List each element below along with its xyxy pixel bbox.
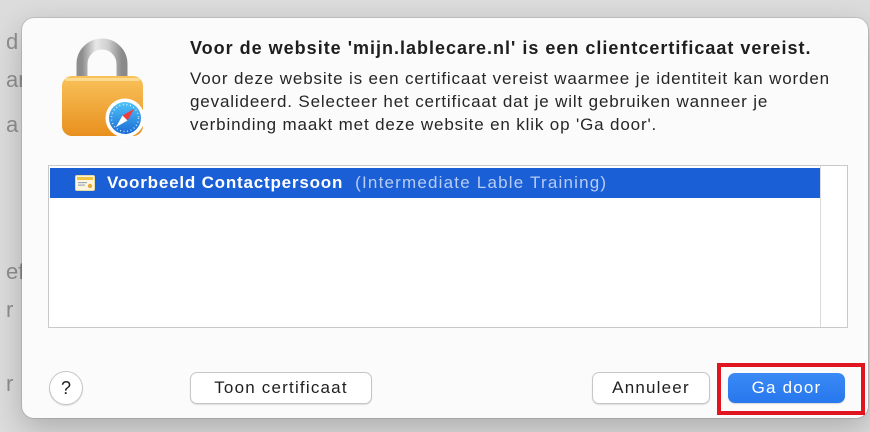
lock-with-safari-badge-icon [62,38,145,138]
certificate-row-selected[interactable]: Voorbeeld Contactpersoon (Intermediate L… [50,168,820,198]
dialog-message-line: Voor deze website is een certificaat ver… [190,69,830,88]
list-scroll-gutter [820,166,847,327]
certificate-name: Voorbeeld Contactpersoon [107,173,344,192]
background-text-fragment: r [6,371,14,396]
certificate-list[interactable]: Voorbeeld Contactpersoon (Intermediate L… [48,165,848,328]
client-certificate-dialog: Voor de website 'mijn.lablecare.nl' is e… [22,18,868,418]
certificate-issuer: (Intermediate Lable Training) [355,173,608,192]
cancel-button[interactable]: Annuleer [592,372,710,404]
background-text-fragment: a [6,112,19,137]
certificate-icon [75,175,95,191]
dialog-message-line: verbinding maakt met deze website en kli… [190,115,658,134]
dialog-message: Voor deze website is een certificaat ver… [190,67,830,136]
background-text-fragment: r [6,297,14,322]
show-certificate-button[interactable]: Toon certificaat [190,372,372,404]
screen: d ar a ef r r Voor de website 'mijn.labl… [0,0,870,432]
dialog-title: Voor de website 'mijn.lablecare.nl' is e… [190,38,812,58]
certificate-text: Voorbeeld Contactpersoon (Intermediate L… [107,168,607,198]
dialog-message-line: gevalideerd. Selecteer het certificaat d… [190,92,769,111]
background-text-fragment: d [6,29,19,54]
help-button[interactable]: ? [49,371,83,405]
continue-button[interactable]: Ga door [728,373,845,403]
